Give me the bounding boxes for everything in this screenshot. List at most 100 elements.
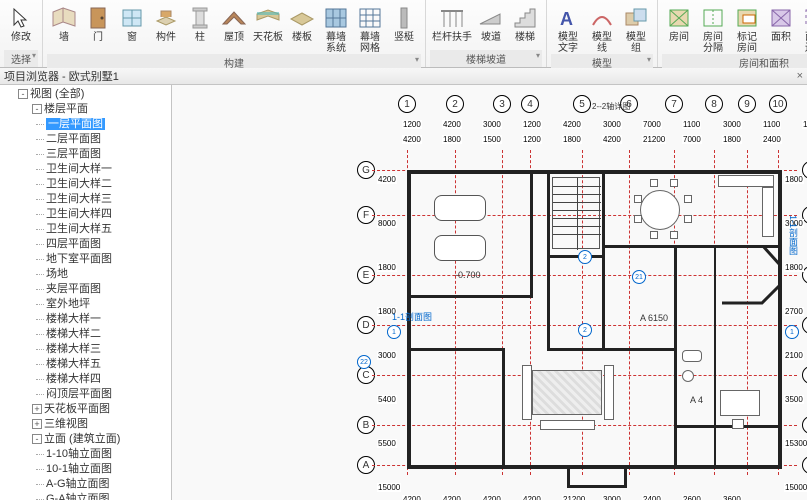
grid-bubble[interactable]: 4	[521, 95, 539, 113]
tree-item[interactable]: 一层平面图	[46, 117, 171, 132]
component-button[interactable]: 构件	[149, 2, 183, 54]
tree-item[interactable]: 卫生间大样一	[46, 162, 171, 177]
dimension-text: 2400	[762, 135, 782, 144]
twisty-icon[interactable]: -	[32, 434, 42, 444]
tree-item[interactable]: 室外地坪	[46, 297, 171, 312]
model-line-button[interactable]: 模型 线	[585, 2, 619, 54]
tree-item[interactable]: 卫生间大样三	[46, 192, 171, 207]
wall-button[interactable]: 墙	[47, 2, 81, 54]
grid-bubble[interactable]: 2	[446, 95, 464, 113]
model-group-button[interactable]: 模型 组	[619, 2, 653, 54]
room-button[interactable]: 房间	[662, 2, 696, 54]
column-icon	[185, 4, 215, 32]
mullion-button[interactable]: 竖梃	[387, 2, 421, 54]
tree-item[interactable]: 二层平面图	[46, 132, 171, 147]
curtain-grid-icon	[355, 4, 385, 32]
close-icon[interactable]: ×	[797, 70, 803, 82]
tag-room-icon	[732, 4, 762, 32]
dimension-text: 1100	[682, 120, 701, 129]
tree-item[interactable]: 闷顶层平面图	[46, 387, 171, 402]
grid-bubble[interactable]: C	[802, 366, 807, 384]
model-group-icon	[621, 4, 651, 32]
tree-item[interactable]: 夹层平面图	[46, 282, 171, 297]
tree-item[interactable]: 卫生间大样五	[46, 222, 171, 237]
ceiling-button[interactable]: 天花板	[251, 2, 285, 54]
dimension-text: 4200	[602, 135, 622, 144]
area-boundary-button[interactable]: 面积 边界	[798, 2, 807, 54]
wall	[674, 425, 778, 428]
room-icon	[664, 4, 694, 32]
tree-item[interactable]: 卫生间大样二	[46, 177, 171, 192]
model-text-button[interactable]: A 模型 文字	[551, 2, 585, 54]
elevation-tag: -0.700	[455, 270, 481, 280]
column-button[interactable]: 柱	[183, 2, 217, 54]
section-mark[interactable]: 21	[632, 270, 646, 284]
tree-item[interactable]: 楼梯大样三	[46, 342, 171, 357]
tree-item[interactable]: 楼梯大样二	[46, 327, 171, 342]
area-button[interactable]: 面积	[764, 2, 798, 54]
roof-button[interactable]: 屋顶	[217, 2, 251, 54]
grid-bubble[interactable]: A	[802, 456, 807, 474]
grid-bubble[interactable]: 5	[573, 95, 591, 113]
grid-bubble[interactable]: B	[802, 416, 807, 434]
wall	[602, 170, 605, 350]
tree-item[interactable]: 地下室平面图	[46, 252, 171, 267]
modify-button[interactable]: 修改	[4, 2, 38, 50]
tree-item[interactable]: 10-1轴立面图	[46, 462, 171, 477]
dimension-text: 2100	[784, 351, 804, 360]
stair-button[interactable]: 楼梯	[508, 2, 542, 50]
dimension-text: 5500	[377, 439, 397, 448]
railing-button[interactable]: 栏杆扶手	[430, 2, 474, 50]
tree-item[interactable]: 楼梯大样一	[46, 312, 171, 327]
curtain-grid-button[interactable]: 幕墙 网格	[353, 2, 387, 54]
grid-bubble[interactable]: D	[802, 316, 807, 334]
project-tree[interactable]: -视图 (全部) -楼层平面 一层平面图二层平面图三层平面图卫生间大样一卫生间大…	[0, 85, 171, 500]
tree-item[interactable]: 1-10轴立面图	[46, 447, 171, 462]
twisty-icon[interactable]: +	[32, 419, 42, 429]
twisty-icon[interactable]: +	[32, 404, 42, 414]
drawing-canvas[interactable]: 12345678910 12345678910 GFEDCBA GFEDCBA …	[172, 85, 807, 500]
curtain-system-button[interactable]: 幕墙 系统	[319, 2, 353, 54]
grid-bubble[interactable]: 7	[665, 95, 683, 113]
grid-bubble[interactable]: 9	[738, 95, 756, 113]
browser-panel-title-bar: 项目浏览器 - 欧式别墅1 ×	[0, 68, 807, 85]
grid-bubble[interactable]: 8	[705, 95, 723, 113]
door-button[interactable]: 门	[81, 2, 115, 54]
room-sep-button[interactable]: 房间 分隔	[696, 2, 730, 54]
section-mark[interactable]: 2	[578, 250, 592, 264]
tree-item[interactable]: A-G轴立面图	[46, 477, 171, 492]
section-mark[interactable]: 22	[357, 355, 371, 369]
section-mark[interactable]: 1	[387, 325, 401, 339]
ramp-button[interactable]: 坡道	[474, 2, 508, 50]
tag-room-button[interactable]: 标记 房间	[730, 2, 764, 54]
tree-root[interactable]: -视图 (全部) -楼层平面 一层平面图二层平面图三层平面图卫生间大样一卫生间大…	[18, 87, 171, 500]
section-mark[interactable]: 1	[785, 325, 799, 339]
wall	[407, 295, 532, 298]
dimension-text: 4200	[562, 120, 582, 129]
chair	[634, 195, 642, 203]
tree-item[interactable]: G-A轴立面图	[46, 492, 171, 500]
grid-bubble[interactable]: 3	[493, 95, 511, 113]
tree-item[interactable]: 楼梯大样五	[46, 357, 171, 372]
stair-plan	[552, 177, 600, 249]
model-line-icon	[587, 4, 617, 32]
twisty-icon[interactable]: -	[32, 104, 42, 114]
section-mark[interactable]: 2	[578, 323, 592, 337]
dimension-text: 3600	[722, 495, 742, 500]
window-button[interactable]: 窗	[115, 2, 149, 54]
tree-item[interactable]: 三层平面图	[46, 147, 171, 162]
tree-item[interactable]: 场地	[46, 267, 171, 282]
tree-elevations[interactable]: -立面 (建筑立面) 1-10轴立面图10-1轴立面图A-G轴立面图G-A轴立面…	[32, 432, 171, 500]
twisty-icon[interactable]: -	[18, 89, 28, 99]
tree-ceiling-plans[interactable]: +天花板平面图	[32, 402, 171, 417]
grid-bubble[interactable]: 10	[769, 95, 787, 113]
group-label-select: 选择	[4, 50, 38, 67]
railing-icon	[437, 4, 467, 32]
grid-bubble[interactable]: 1	[398, 95, 416, 113]
tree-floor-plans[interactable]: -楼层平面 一层平面图二层平面图三层平面图卫生间大样一卫生间大样二卫生间大样三卫…	[32, 102, 171, 402]
tree-item[interactable]: 四层平面图	[46, 237, 171, 252]
tree-item[interactable]: 卫生间大样四	[46, 207, 171, 222]
floor-button[interactable]: 楼板	[285, 2, 319, 54]
tree-item[interactable]: 楼梯大样四	[46, 372, 171, 387]
tree-3d-views[interactable]: +三维视图	[32, 417, 171, 432]
